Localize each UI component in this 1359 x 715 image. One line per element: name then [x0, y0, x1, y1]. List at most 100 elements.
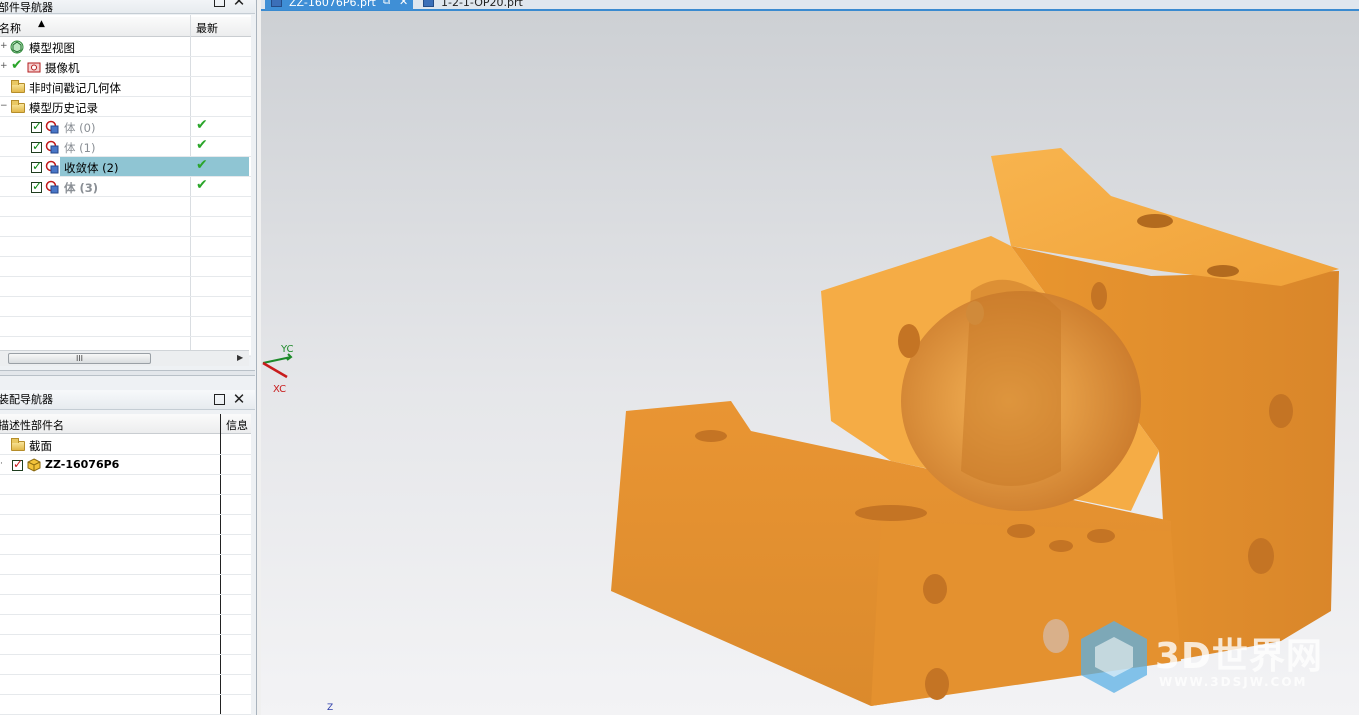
collapse-icon[interactable]: −	[0, 101, 8, 111]
tree-item-label: 截面	[29, 439, 52, 453]
scroll-right-icon[interactable]: ▶	[237, 353, 243, 362]
tree-item-label: 体 (3)	[64, 181, 99, 195]
empty-row	[0, 475, 251, 495]
visibility-checkbox[interactable]	[31, 159, 42, 173]
graphics-window[interactable]: YC XC Z 3D世界网 WWW.3DSJW.COM	[261, 11, 1359, 715]
tab-label: 1-2-1-OP20.prt	[441, 0, 523, 9]
model-view-icon	[10, 40, 24, 54]
maximize-icon[interactable]	[214, 394, 225, 405]
tab-1-2-1-op20[interactable]: 1-2-1-OP20.prt	[417, 0, 547, 10]
empty-row	[0, 237, 251, 257]
tree-item-label: 模型历史记录	[29, 101, 98, 115]
empty-row	[0, 197, 251, 217]
assembly-navigator-title: 装配导航器	[0, 393, 53, 406]
column-header-descriptive-name[interactable]: 描述性部件名	[0, 417, 64, 433]
tree-row[interactable]: 体 (1) ✔	[0, 137, 251, 157]
empty-row	[0, 695, 251, 715]
tree-row[interactable]: + ✔ 摄像机	[0, 57, 251, 77]
tree-item-label: 非时间戳记几何体	[29, 81, 121, 95]
tree-row[interactable]: 体 (0) ✔	[0, 117, 251, 137]
visibility-checkbox[interactable]	[31, 179, 42, 193]
tree-row[interactable]: − 模型历史记录	[0, 97, 251, 117]
load-checkbox[interactable]	[12, 457, 23, 471]
scrollbar-thumb[interactable]: III	[8, 353, 151, 364]
navigator-panel: 部件导航器 ✕ 名称 ▲ 最新 + 模型视图 + ✔ 摄像机 非时间戳记几何体 …	[0, 0, 257, 715]
visibility-checkbox[interactable]	[31, 139, 42, 153]
document-tab-bar: ZZ-16076P6.prt ⧉ ✕ 1-2-1-OP20.prt	[261, 0, 1359, 11]
column-header-latest[interactable]: 最新	[196, 20, 218, 36]
camera-icon	[27, 62, 41, 73]
visibility-checkbox[interactable]	[31, 119, 42, 133]
empty-row	[0, 655, 251, 675]
close-tab-icon[interactable]: ✕	[399, 0, 408, 8]
empty-row	[0, 615, 251, 635]
expand-icon[interactable]: ·	[0, 459, 3, 469]
tree-row[interactable]: 体 (3) ✔	[0, 177, 251, 197]
up-to-date-check-icon: ✔	[196, 117, 208, 133]
xc-axis-label: XC	[273, 384, 287, 395]
tree-item-label: 模型视图	[29, 41, 75, 55]
folder-open-icon	[11, 100, 25, 113]
tree-header: 描述性部件名 信息	[0, 414, 251, 434]
tree-row[interactable]: · ZZ-16076P6	[0, 455, 251, 475]
checkmark-icon: ✔	[11, 57, 23, 73]
empty-row	[0, 277, 251, 297]
empty-row	[0, 297, 251, 317]
empty-row	[0, 495, 251, 515]
part-file-icon	[271, 0, 282, 7]
body-feature-icon	[45, 140, 59, 154]
part-navigator-titlebar: 部件导航器 ✕	[0, 0, 255, 14]
up-to-date-check-icon: ✔	[196, 137, 208, 153]
sort-ascending-icon[interactable]: ▲	[38, 19, 45, 29]
scanned-part-model[interactable]	[591, 141, 1351, 711]
empty-row	[0, 555, 251, 575]
up-to-date-check-icon: ✔	[196, 177, 208, 193]
float-window-icon[interactable]: ⧉	[383, 0, 390, 7]
empty-row	[0, 575, 251, 595]
tree-item-label: 摄像机	[45, 61, 80, 75]
tree-item-label: 体 (1)	[64, 141, 96, 155]
assembly-navigator-titlebar: 装配导航器 ✕	[0, 390, 255, 410]
panel-splitter[interactable]	[0, 370, 255, 376]
3dsjw-logo-icon	[1081, 621, 1147, 693]
z-axis-label: Z	[327, 703, 334, 713]
assembly-navigator-tree: 描述性部件名 信息 截面 · ZZ-16076P6	[0, 414, 251, 715]
expand-icon[interactable]: +	[0, 61, 8, 71]
tree-row-selected[interactable]: 收敛体 (2) ✔	[0, 157, 251, 177]
maximize-icon[interactable]	[214, 0, 225, 7]
yc-axis-label: YC	[281, 344, 294, 355]
expand-icon[interactable]: +	[0, 41, 8, 51]
close-icon[interactable]: ✕	[232, 392, 246, 407]
empty-row	[0, 515, 251, 535]
tree-item-label: 体 (0)	[64, 121, 96, 135]
watermark-url: WWW.3DSJW.COM	[1159, 675, 1308, 689]
part-file-icon	[423, 0, 434, 7]
watermark-title: 3D世界网	[1155, 636, 1323, 677]
tree-item-label: 收敛体 (2)	[64, 161, 119, 175]
tree-header: 名称 ▲ 最新	[0, 17, 251, 37]
tree-row[interactable]: 非时间戳记几何体	[0, 77, 251, 97]
tree-row[interactable]: + 模型视图	[0, 37, 251, 57]
empty-row	[0, 675, 251, 695]
horizontal-scrollbar[interactable]: III ▶	[0, 350, 249, 366]
body-feature-icon	[45, 120, 59, 134]
tab-label: ZZ-16076P6.prt	[289, 0, 376, 9]
folder-icon	[11, 438, 25, 451]
tree-item-label: ZZ-16076P6	[45, 458, 120, 471]
column-header-name[interactable]: 名称	[0, 20, 21, 36]
tab-zz-16076p6[interactable]: ZZ-16076P6.prt ⧉ ✕	[265, 0, 413, 10]
folder-icon	[11, 80, 25, 93]
up-to-date-check-icon: ✔	[196, 157, 208, 173]
empty-row	[0, 317, 251, 337]
convergent-body-icon	[45, 160, 59, 174]
close-icon[interactable]: ✕	[232, 0, 246, 9]
empty-row	[0, 535, 251, 555]
empty-row	[0, 217, 251, 237]
empty-row	[0, 595, 251, 615]
part-cube-icon	[27, 458, 41, 472]
empty-row	[0, 257, 251, 277]
tree-row[interactable]: 截面	[0, 435, 251, 455]
column-header-info[interactable]: 信息	[226, 417, 248, 433]
empty-row	[0, 635, 251, 655]
part-navigator-tree: 名称 ▲ 最新 + 模型视图 + ✔ 摄像机 非时间戳记几何体 − 模型历史记录…	[0, 15, 251, 357]
